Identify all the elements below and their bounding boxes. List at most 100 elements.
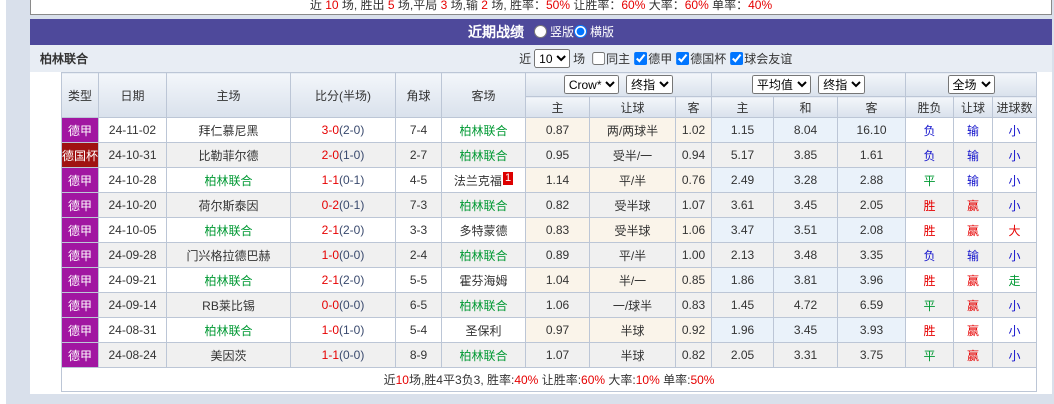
filter-checkbox-text: 同主 [606, 51, 631, 66]
odds-source-select[interactable]: Crow* [563, 75, 619, 94]
layout-radio-vertical[interactable]: 竖版 [533, 23, 574, 40]
avg-home-odds: 1.86 [711, 267, 775, 293]
goals-result: 小 [992, 167, 1038, 193]
halftime-score: (2-0) [339, 223, 365, 237]
goals-result: 小 [992, 192, 1038, 218]
col-header-away: 客场 [441, 72, 526, 118]
halftime-score: (2-0) [339, 123, 365, 137]
score-cell: 3-0(2-0) [290, 117, 396, 143]
filter-checkbox-input-club-friendly[interactable] [730, 51, 744, 65]
handicap-line: 平/半 [589, 167, 676, 193]
summary-segment: 50% [690, 373, 715, 387]
crow-home-odds: 0.82 [525, 192, 590, 218]
avg-odds-group-header: 平均值 终指 [711, 72, 907, 97]
date-cell: 24-08-31 [98, 317, 167, 343]
sub-header-avg-home: 主 [711, 96, 775, 118]
filter-checkbox-dfb-pokal[interactable]: 德国杯 [672, 50, 726, 67]
avg-source-select[interactable]: 平均值 [751, 75, 811, 94]
league-cell: 德甲 [61, 292, 99, 318]
goals-result: 走 [992, 267, 1038, 293]
avg-away-odds: 2.88 [837, 167, 907, 193]
avg-home-odds: 2.49 [711, 167, 775, 193]
away-cell: 柏林联合 [441, 342, 526, 368]
overall-summary-bar: 近 10 场, 胜出 5 场,平局 3 场,输 2 场, 胜率：50% 让胜率：… [30, 0, 1052, 15]
summary-segment: 场, 胜率： [487, 0, 546, 12]
home-team: 荷尔斯泰因 [198, 198, 259, 213]
summary-segment: 10 [395, 373, 409, 387]
crow-away-odds: 0.85 [674, 267, 713, 293]
sub-header-avg-away: 客 [837, 96, 907, 118]
away-team: 法兰克福 [453, 173, 502, 188]
sub-header-crow-away: 客 [674, 96, 713, 118]
home-cell: 比勒菲尔德 [166, 142, 291, 168]
match-count-prefix: 近 [519, 52, 532, 66]
match-row: 德甲 24-09-21 柏林联合 2-1(2-0) 5-5 霍芬海姆 1.04 半/一 0.85… [61, 267, 1038, 293]
filter-checkbox-text: 德甲 [648, 51, 673, 66]
away-team: 霍芬海姆 [459, 273, 508, 288]
table-panel: 类型 日期 主场 比分(半场) 角球 客场 Crow* 终指 平均值 终指 全场… [30, 72, 1052, 394]
avg-draw-odds: 8.04 [773, 117, 839, 143]
recent-matches-table: 类型 日期 主场 比分(半场) 角球 客场 Crow* 终指 平均值 终指 全场… [60, 72, 1038, 392]
avg-home-odds: 1.15 [711, 117, 775, 143]
sub-header-wdl: 胜负 [905, 96, 955, 118]
match-row: 德甲 24-09-14 RB莱比锡 0-0(0-0) 6-5 柏林联合 1.06 一/球半 0.… [61, 292, 1038, 318]
summary-segment: 10% [635, 373, 660, 387]
league-cell: 德甲 [61, 242, 99, 268]
scope-select[interactable]: 全场 [947, 75, 995, 94]
avg-away-odds: 2.08 [837, 217, 907, 243]
crow-home-odds: 0.83 [525, 217, 590, 243]
summary-segment: 60% [581, 373, 606, 387]
fulltime-score: 2-1 [321, 273, 339, 287]
match-tbody: 德甲 24-11-02 拜仁慕尼黑 3-0(2-0) 7-4 柏林联合 0.87 两/两球半 1… [61, 117, 1038, 368]
away-team: 多特蒙德 [459, 223, 508, 238]
avg-away-odds: 3.75 [837, 342, 907, 368]
avg-away-odds: 16.10 [837, 117, 907, 143]
handicap-line: 半/一 [589, 267, 676, 293]
date-cell: 24-09-21 [98, 267, 167, 293]
away-team: 柏林联合 [459, 198, 508, 213]
match-count-select[interactable]: 10 [534, 49, 571, 68]
filter-checkbox-input-same-home[interactable] [592, 51, 606, 65]
corner-cell: 5-4 [395, 317, 442, 343]
handicap-result: 赢 [953, 217, 994, 243]
avg-draw-odds: 3.31 [773, 342, 839, 368]
layout-radio-input-horizontal[interactable] [574, 25, 587, 38]
avg-home-odds: 3.61 [711, 192, 775, 218]
fulltime-score: 2-1 [321, 223, 339, 237]
filter-bar: 柏林联合 近 10 场 同主 德甲 德国杯 球会友谊 [30, 45, 1052, 72]
halftime-score: (1-0) [339, 323, 365, 337]
score-cell: 0-0(0-0) [290, 292, 396, 318]
layout-radio-input-vertical[interactable] [533, 25, 547, 38]
home-team: 柏林联合 [204, 173, 253, 188]
filter-checkbox-bundesliga[interactable]: 德甲 [630, 50, 672, 67]
match-count-suffix: 场 [573, 52, 586, 66]
avg-draw-odds: 3.51 [773, 217, 839, 243]
handicap-result: 赢 [953, 342, 994, 368]
home-cell: 拜仁慕尼黑 [166, 117, 291, 143]
away-team: 柏林联合 [459, 298, 508, 313]
date-cell: 24-10-05 [98, 217, 167, 243]
match-row: 德甲 24-10-28 柏林联合 1-1(0-1) 4-5 法兰克福 1 1.14 平/半 0.7… [61, 167, 1038, 193]
filter-checkbox-input-bundesliga[interactable] [634, 51, 648, 65]
avg-draw-odds: 3.85 [773, 142, 839, 168]
layout-radio-horizontal[interactable]: 横版 [574, 23, 614, 40]
filter-checkbox-input-dfb-pokal[interactable] [676, 51, 690, 65]
score-cell: 0-2(0-1) [290, 192, 396, 218]
goals-result: 小 [992, 142, 1038, 168]
home-team: 柏林联合 [204, 323, 253, 338]
date-cell: 24-10-31 [98, 142, 167, 168]
corner-cell: 3-3 [395, 217, 442, 243]
avg-draw-odds: 3.45 [773, 192, 839, 218]
handicap-result: 赢 [953, 292, 994, 318]
handicap-line: 半球 [589, 317, 676, 343]
corner-cell: 5-5 [395, 267, 442, 293]
filter-checkbox-club-friendly[interactable]: 球会友谊 [726, 50, 792, 67]
summary-segment: 单率： [708, 0, 749, 12]
filter-checkbox-same-home[interactable]: 同主 [588, 50, 630, 67]
crow-home-odds: 1.04 [525, 267, 590, 293]
league-filter-group: 同主 德甲 德国杯 球会友谊 [588, 50, 792, 68]
avg-stage-select[interactable]: 终指 [818, 75, 866, 94]
score-cell: 1-0(0-0) [290, 242, 396, 268]
goals-result: 小 [992, 292, 1038, 318]
odds-stage-select[interactable]: 终指 [626, 75, 674, 94]
